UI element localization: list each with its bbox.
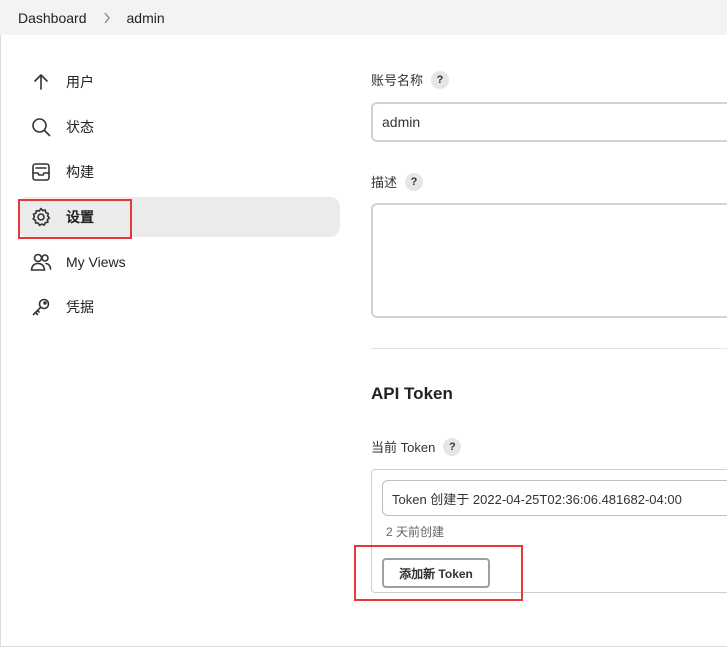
arrow-up-icon bbox=[30, 71, 52, 93]
current-token-label-row: 当前 Token ? bbox=[371, 437, 462, 456]
divider bbox=[371, 348, 727, 349]
sidebar: 用户 状态 构建 设置 My Views 凭据 bbox=[18, 62, 340, 332]
chevron-right-icon bbox=[103, 12, 111, 24]
description-textarea[interactable] bbox=[371, 203, 727, 318]
breadcrumb: Dashboard admin bbox=[0, 0, 727, 35]
sidebar-item-label: 设置 bbox=[66, 209, 94, 225]
description-label: 描述 bbox=[371, 175, 398, 190]
account-label: 账号名称 bbox=[371, 73, 424, 88]
sidebar-item-label: 凭据 bbox=[66, 299, 94, 315]
sidebar-item-label: 构建 bbox=[66, 164, 94, 180]
help-icon[interactable]: ? bbox=[443, 437, 462, 456]
help-icon[interactable]: ? bbox=[405, 172, 424, 191]
sidebar-item-label: 用户 bbox=[66, 74, 94, 90]
people-icon bbox=[30, 251, 52, 273]
account-label-row: 账号名称 ? bbox=[371, 70, 450, 89]
search-icon bbox=[30, 116, 52, 138]
inbox-icon bbox=[30, 161, 52, 183]
description-label-row: 描述 ? bbox=[371, 172, 424, 191]
api-token-title: API Token bbox=[371, 384, 453, 403]
add-token-button[interactable]: 添加新 Token bbox=[382, 558, 490, 588]
key-icon bbox=[30, 296, 52, 318]
sidebar-item-credentials[interactable]: 凭据 bbox=[18, 287, 340, 327]
token-field[interactable]: Token 创建于 2022-04-25T02:36:06.481682-04:… bbox=[382, 480, 727, 516]
sidebar-item-settings[interactable]: 设置 bbox=[18, 197, 340, 237]
sidebar-item-label: My Views bbox=[66, 254, 126, 270]
sidebar-item-status[interactable]: 状态 bbox=[18, 107, 340, 147]
breadcrumb-admin[interactable]: admin bbox=[127, 10, 165, 26]
gear-icon bbox=[30, 206, 52, 228]
sidebar-item-build[interactable]: 构建 bbox=[18, 152, 340, 192]
current-token-label: 当前 Token bbox=[371, 440, 436, 455]
sidebar-item-my-views[interactable]: My Views bbox=[18, 242, 340, 282]
sidebar-item-label: 状态 bbox=[66, 119, 94, 135]
help-icon[interactable]: ? bbox=[431, 70, 450, 89]
account-name-input[interactable]: admin bbox=[371, 102, 727, 142]
token-created-note: 2 天前创建 bbox=[386, 525, 445, 539]
breadcrumb-dashboard[interactable]: Dashboard bbox=[18, 10, 87, 26]
sidebar-item-users[interactable]: 用户 bbox=[18, 62, 340, 102]
